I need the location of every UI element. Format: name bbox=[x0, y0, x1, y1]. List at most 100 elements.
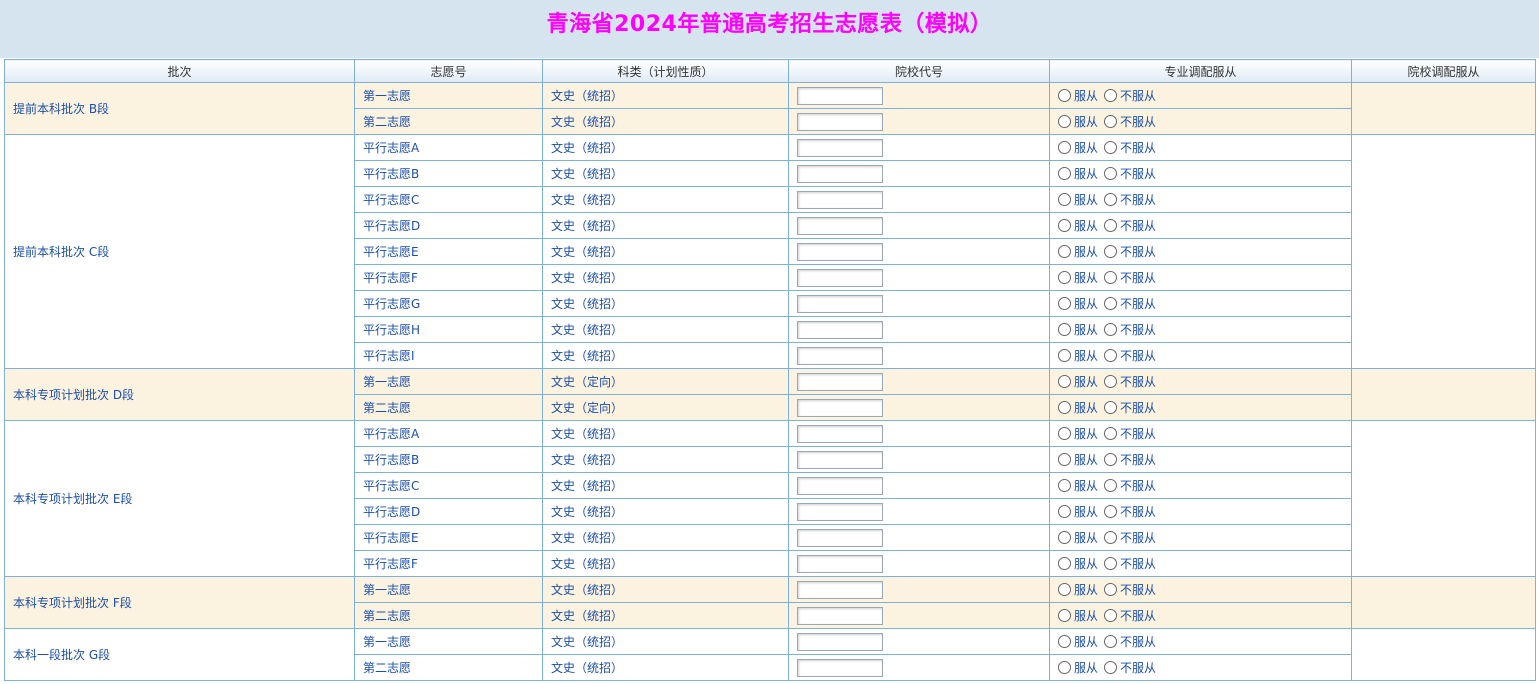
school-code-input[interactable] bbox=[797, 112, 883, 131]
not-obey-radio[interactable] bbox=[1104, 426, 1118, 440]
category-cell: 文史（统招） bbox=[542, 212, 789, 239]
obey-radio[interactable] bbox=[1058, 166, 1071, 180]
not-obey-radio[interactable] bbox=[1104, 348, 1118, 362]
not-obey-radio[interactable] bbox=[1104, 452, 1118, 466]
obey-radio[interactable] bbox=[1058, 192, 1071, 206]
not-obey-radio[interactable] bbox=[1104, 478, 1118, 492]
obey-radio[interactable] bbox=[1058, 322, 1071, 336]
not-obey-radio[interactable] bbox=[1104, 634, 1118, 648]
not-obey-radio[interactable] bbox=[1104, 400, 1118, 414]
choice-number-cell: 平行志愿I bbox=[354, 342, 543, 369]
school-code-input[interactable] bbox=[797, 268, 883, 287]
not-obey-radio[interactable] bbox=[1104, 140, 1118, 154]
school-code-input[interactable] bbox=[797, 580, 883, 599]
not-obey-radio[interactable] bbox=[1104, 504, 1118, 518]
not-obey-radio[interactable] bbox=[1104, 530, 1118, 544]
obey-radio[interactable] bbox=[1058, 114, 1071, 128]
obey-radio[interactable] bbox=[1058, 452, 1071, 466]
school-code-input[interactable] bbox=[797, 658, 883, 677]
not-obey-radio[interactable] bbox=[1104, 582, 1118, 596]
not-obey-radio[interactable] bbox=[1104, 270, 1118, 284]
obey-radio[interactable] bbox=[1058, 244, 1071, 258]
school-code-input[interactable] bbox=[797, 138, 883, 157]
category-cell: 文史（统招） bbox=[542, 602, 789, 629]
not-obey-radio[interactable] bbox=[1104, 244, 1118, 258]
obey-radio[interactable] bbox=[1058, 348, 1071, 362]
major-adjust-cell: 服从 不服从 bbox=[1049, 186, 1352, 213]
not-obey-radio[interactable] bbox=[1104, 88, 1118, 102]
not-obey-label: 不服从 bbox=[1120, 374, 1157, 389]
school-code-cell bbox=[788, 160, 1050, 187]
obey-label: 服从 bbox=[1074, 88, 1099, 103]
obey-radio[interactable] bbox=[1058, 608, 1071, 622]
not-obey-label: 不服从 bbox=[1120, 478, 1157, 493]
major-adjust-cell: 服从 不服从 bbox=[1049, 628, 1352, 655]
school-code-input[interactable] bbox=[797, 502, 883, 521]
major-adjust-cell: 服从 不服从 bbox=[1049, 550, 1352, 577]
not-obey-radio[interactable] bbox=[1104, 322, 1118, 336]
school-code-input[interactable] bbox=[797, 450, 883, 469]
obey-radio[interactable] bbox=[1058, 374, 1071, 388]
not-obey-radio[interactable] bbox=[1104, 218, 1118, 232]
obey-label: 服从 bbox=[1074, 114, 1099, 129]
obey-radio[interactable] bbox=[1058, 478, 1071, 492]
not-obey-radio[interactable] bbox=[1104, 296, 1118, 310]
obey-radio[interactable] bbox=[1058, 400, 1071, 414]
major-adjust-cell: 服从 不服从 bbox=[1049, 368, 1352, 395]
not-obey-radio[interactable] bbox=[1104, 192, 1118, 206]
school-code-input[interactable] bbox=[797, 398, 883, 417]
school-code-input[interactable] bbox=[797, 554, 883, 573]
major-adjust-radio-group: 服从 不服从 bbox=[1058, 113, 1162, 130]
major-adjust-cell: 服从 不服从 bbox=[1049, 108, 1352, 135]
school-code-input[interactable] bbox=[797, 294, 883, 313]
obey-radio[interactable] bbox=[1058, 426, 1071, 440]
school-code-input[interactable] bbox=[797, 632, 883, 651]
not-obey-radio[interactable] bbox=[1104, 374, 1118, 388]
major-adjust-cell: 服从 不服从 bbox=[1049, 160, 1352, 187]
page-header: 青海省2024年普通高考招生志愿表（模拟） bbox=[0, 0, 1539, 58]
school-code-input[interactable] bbox=[797, 164, 883, 183]
not-obey-radio[interactable] bbox=[1104, 556, 1118, 570]
school-code-input[interactable] bbox=[797, 86, 883, 105]
school-code-input[interactable] bbox=[797, 528, 883, 547]
obey-radio[interactable] bbox=[1058, 556, 1071, 570]
obey-radio[interactable] bbox=[1058, 140, 1071, 154]
obey-radio[interactable] bbox=[1058, 530, 1071, 544]
school-code-input[interactable] bbox=[797, 190, 883, 209]
obey-radio[interactable] bbox=[1058, 218, 1071, 232]
not-obey-label: 不服从 bbox=[1120, 296, 1157, 311]
obey-radio[interactable] bbox=[1058, 296, 1071, 310]
major-adjust-radio-group: 服从 不服从 bbox=[1058, 217, 1162, 234]
major-adjust-cell: 服从 不服从 bbox=[1049, 394, 1352, 421]
school-code-input[interactable] bbox=[797, 320, 883, 339]
school-code-input[interactable] bbox=[797, 606, 883, 625]
choice-number-cell: 第一志愿 bbox=[354, 628, 543, 655]
school-code-input[interactable] bbox=[797, 372, 883, 391]
not-obey-radio[interactable] bbox=[1104, 166, 1118, 180]
obey-radio[interactable] bbox=[1058, 660, 1071, 674]
not-obey-label: 不服从 bbox=[1120, 660, 1157, 675]
choice-number-cell: 平行志愿E bbox=[354, 524, 543, 551]
obey-radio[interactable] bbox=[1058, 504, 1071, 518]
major-adjust-cell: 服从 不服从 bbox=[1049, 238, 1352, 265]
school-code-input[interactable] bbox=[797, 476, 883, 495]
obey-label: 服从 bbox=[1074, 426, 1099, 441]
school-code-input[interactable] bbox=[797, 424, 883, 443]
school-code-input[interactable] bbox=[797, 242, 883, 261]
not-obey-radio[interactable] bbox=[1104, 114, 1118, 128]
choice-number-cell: 平行志愿C bbox=[354, 472, 543, 499]
batch-cell: 本科专项计划批次 D段 bbox=[4, 368, 355, 421]
major-adjust-radio-group: 服从 不服从 bbox=[1058, 503, 1162, 520]
obey-radio[interactable] bbox=[1058, 270, 1071, 284]
school-code-input[interactable] bbox=[797, 346, 883, 365]
obey-radio[interactable] bbox=[1058, 88, 1071, 102]
school-code-input[interactable] bbox=[797, 216, 883, 235]
obey-radio[interactable] bbox=[1058, 634, 1071, 648]
not-obey-radio[interactable] bbox=[1104, 660, 1118, 674]
header-category: 科类（计划性质） bbox=[542, 59, 789, 83]
major-adjust-cell: 服从 不服从 bbox=[1049, 290, 1352, 317]
obey-radio[interactable] bbox=[1058, 582, 1071, 596]
school-code-cell bbox=[788, 654, 1050, 681]
major-adjust-radio-group: 服从 不服从 bbox=[1058, 451, 1162, 468]
not-obey-radio[interactable] bbox=[1104, 608, 1118, 622]
